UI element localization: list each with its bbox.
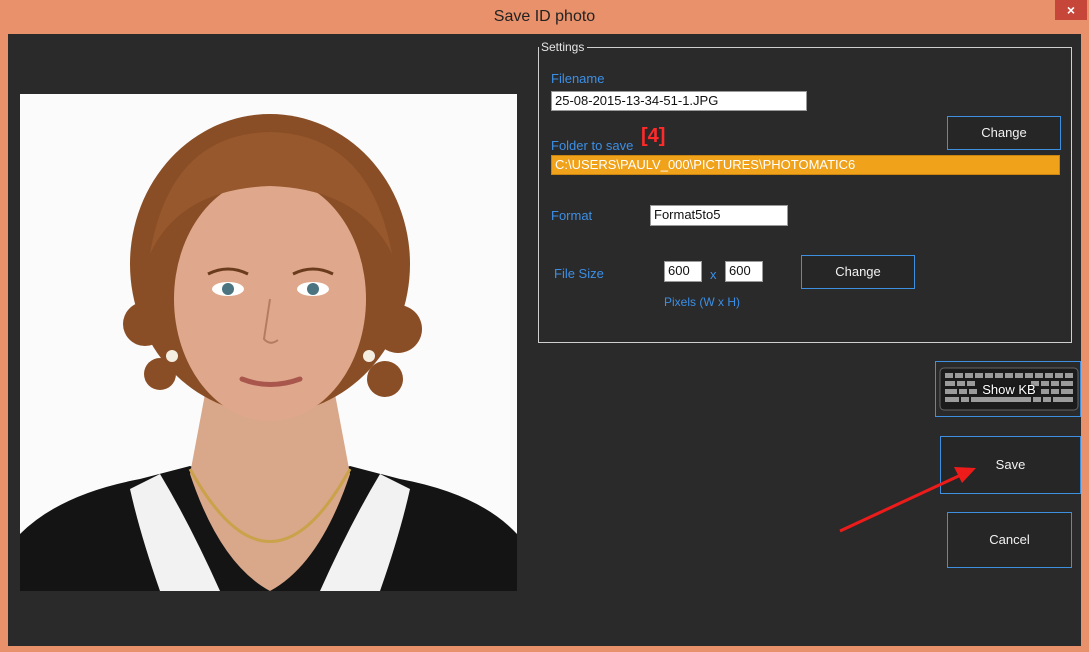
show-kb-label: Show KB [982, 382, 1036, 397]
size-change-button[interactable]: Change [801, 255, 915, 289]
times-label: x [710, 267, 717, 282]
filesize-label: File Size [554, 266, 604, 281]
save-button[interactable]: Save [940, 436, 1081, 494]
format-input[interactable]: Format5to5 [650, 205, 788, 226]
size-change-label: Change [835, 264, 881, 279]
folder-path-input[interactable]: C:\USERS\PAULV_000\PICTURES\PHOTOMATIC6 [551, 155, 1060, 175]
window-title: Save ID photo [493, 8, 596, 25]
dialog-body: Settings Filename 25-08-2015-13-34-51-1.… [8, 34, 1081, 646]
cancel-button[interactable]: Cancel [947, 512, 1072, 568]
filename-input[interactable]: 25-08-2015-13-34-51-1.JPG [551, 91, 807, 111]
title-bar[interactable]: Save ID photo × [0, 0, 1089, 34]
folder-label: Folder to save [551, 138, 634, 153]
width-input[interactable]: 600 [664, 261, 702, 282]
cancel-label: Cancel [989, 532, 1030, 547]
save-id-photo-dialog: Save ID photo × Settings Filename 25-08-… [0, 0, 1089, 652]
settings-legend: Settings [539, 39, 588, 55]
filename-label: Filename [551, 71, 605, 86]
annotation-marker: [4] [641, 125, 666, 147]
portrait-image [20, 94, 517, 591]
folder-change-button[interactable]: Change [947, 116, 1061, 150]
close-icon: × [1066, 2, 1076, 18]
id-photo-preview [20, 94, 517, 591]
save-label: Save [995, 457, 1026, 472]
height-input[interactable]: 600 [725, 261, 763, 282]
folder-change-label: Change [981, 125, 1027, 140]
show-keyboard-button[interactable]: Show KB [935, 361, 1081, 417]
close-button[interactable]: × [1055, 0, 1087, 20]
pixels-hint: Pixels (W x H) [664, 295, 740, 309]
format-label: Format [551, 208, 593, 223]
